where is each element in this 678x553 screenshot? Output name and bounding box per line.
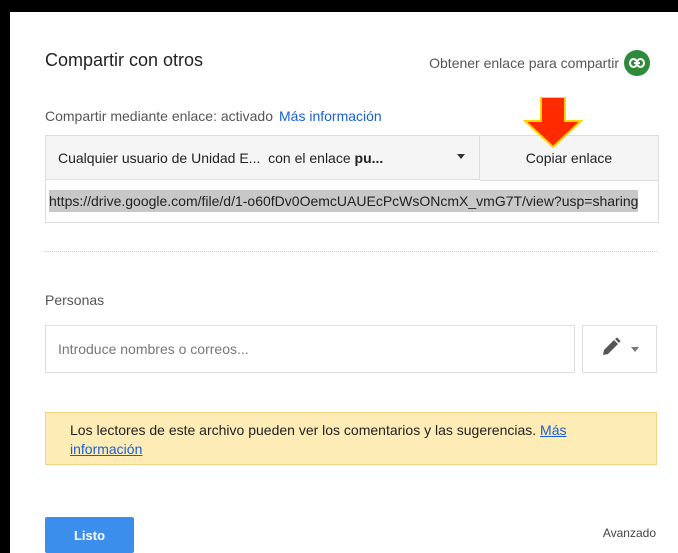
share-url-field[interactable]: https://drive.google.com/file/d/1-o60fDv… xyxy=(49,187,655,215)
share-url-text[interactable]: https://drive.google.com/file/d/1-o60fDv… xyxy=(49,190,639,212)
link-status-row: Compartir mediante enlace: activado Más i… xyxy=(45,108,382,124)
people-label: Personas xyxy=(45,292,105,308)
permission-dropdown-button[interactable] xyxy=(582,325,657,373)
link-status-text: Compartir mediante enlace: activado xyxy=(45,108,274,124)
people-input[interactable] xyxy=(45,325,575,373)
access-level-bold: pu... xyxy=(354,149,384,166)
chevron-down-icon xyxy=(630,346,639,352)
dialog-title: Compartir con otros xyxy=(45,50,204,70)
access-level-dropdown[interactable]: Cualquier usuario de Unidad E... con el … xyxy=(46,136,480,180)
more-info-link[interactable]: Más información xyxy=(279,108,382,124)
share-dialog: Compartir con otros Obtener enlace para … xyxy=(10,12,678,553)
comments-notice: Los lectores de este archivo pueden ver … xyxy=(45,412,657,465)
get-link-button[interactable]: Obtener enlace para compartir xyxy=(429,50,650,76)
notice-text: Los lectores de este archivo pueden ver … xyxy=(70,422,537,438)
chevron-down-icon xyxy=(457,154,465,159)
section-divider xyxy=(45,251,657,252)
link-icon[interactable] xyxy=(624,50,650,76)
done-button[interactable]: Listo xyxy=(45,517,134,553)
advanced-link[interactable]: Avanzado xyxy=(603,526,656,540)
access-level-text: Cualquier usuario de Unidad E... con el … xyxy=(58,150,383,166)
access-level-prefix: Cualquier usuario de Unidad E... con el … xyxy=(58,149,355,166)
pencil-icon xyxy=(601,337,621,362)
red-arrow-annotation xyxy=(523,97,583,149)
get-link-label[interactable]: Obtener enlace para compartir xyxy=(429,55,619,71)
